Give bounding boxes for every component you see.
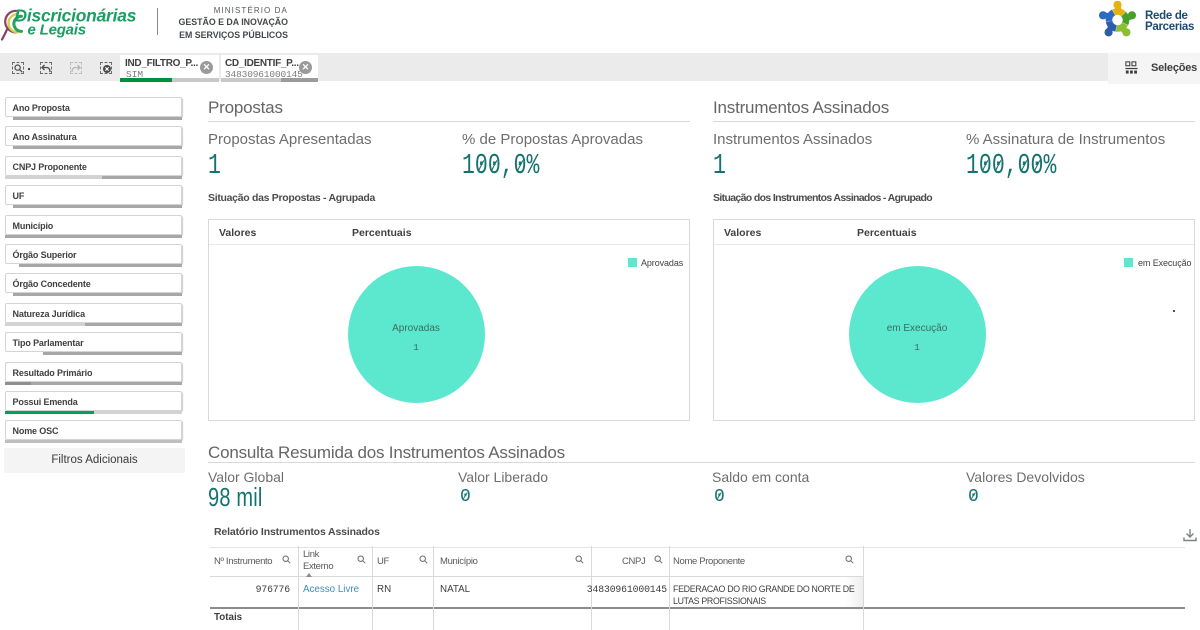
svg-text:e Legais: e Legais [28, 22, 86, 39]
